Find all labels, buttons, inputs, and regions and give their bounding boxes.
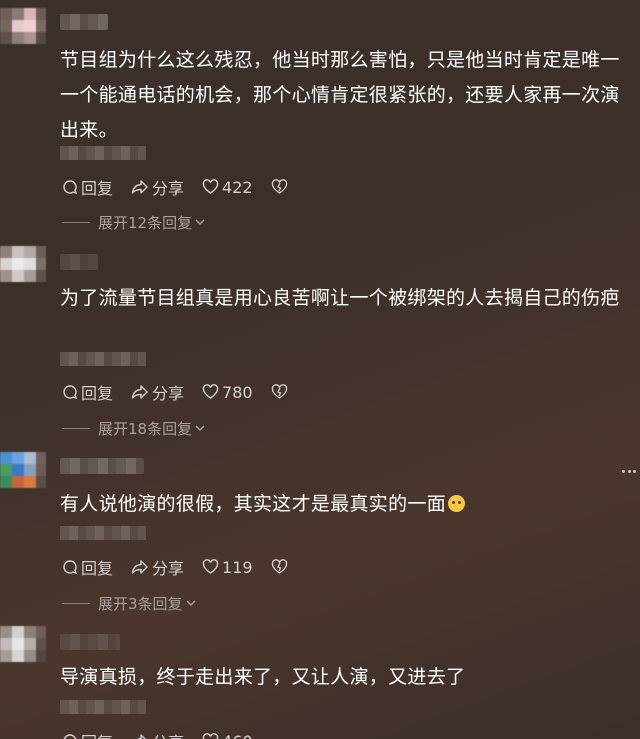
like-button[interactable]: 119: [202, 558, 253, 577]
divider: [62, 427, 90, 429]
like-button[interactable]: 422: [202, 178, 253, 197]
chevron-down-icon: [195, 219, 205, 225]
share-label: 分享: [152, 179, 185, 198]
chevron-down-icon: [186, 600, 196, 606]
dislike-button[interactable]: [271, 384, 291, 400]
comment-icon: [63, 180, 78, 195]
comment-actions: 回复 分享 780: [62, 381, 309, 403]
dislike-icon: [271, 384, 287, 399]
comment-meta-blurred: [60, 526, 146, 540]
avatar[interactable]: [0, 246, 46, 292]
heart-icon: [202, 384, 219, 399]
comment-icon: [63, 734, 77, 739]
expand-label: 展开18条回复: [98, 419, 193, 438]
comment-meta-blurred: [60, 352, 146, 366]
share-icon: [136, 734, 147, 739]
dislike-button[interactable]: [271, 559, 291, 575]
expand-label: 展开3条回复: [98, 594, 183, 613]
share-button[interactable]: 分享: [131, 175, 184, 199]
heart-icon: [202, 733, 219, 739]
comment-icon: [63, 385, 78, 400]
heart-icon: [202, 179, 219, 194]
share-label: 分享: [152, 384, 185, 403]
reply-button[interactable]: 回复: [62, 555, 113, 579]
avatar[interactable]: [0, 8, 46, 54]
expand-replies[interactable]: 展开12条回复: [62, 212, 206, 232]
username-blurred[interactable]: [60, 254, 98, 270]
heart-icon: [202, 559, 219, 574]
share-icon: [131, 560, 148, 574]
like-count: 780: [222, 382, 253, 402]
share-label: 分享: [152, 559, 185, 578]
like-button[interactable]: 780: [202, 383, 253, 402]
reply-button[interactable]: 回复: [62, 729, 113, 739]
comment-actions: 回复 分享 460: [62, 730, 271, 739]
share-button[interactable]: 分享: [131, 555, 184, 579]
expand-replies[interactable]: 展开18条回复: [62, 418, 206, 438]
dislike-icon: [271, 179, 287, 194]
divider: [62, 221, 90, 223]
comment-text: 为了流量节目组真是用心良苦啊让一个被绑架的人去揭自己的伤疤: [60, 287, 620, 309]
more-icon[interactable]: [622, 470, 636, 474]
divider: [62, 602, 90, 604]
reply-button[interactable]: 回复: [62, 380, 113, 404]
avatar[interactable]: [0, 626, 46, 672]
comment-text: 节目组为什么这么残忍，他当时那么害怕，只是他当时肯定是唯一一个能通电话的机会，那…: [60, 49, 620, 141]
comment-actions: 回复 分享 119: [62, 556, 309, 578]
like-button[interactable]: 460: [202, 732, 253, 739]
chevron-down-icon: [195, 425, 205, 431]
avatar[interactable]: [0, 452, 46, 498]
comment-text: 有人说他演的很假，其实这才是最真实的一面: [60, 487, 634, 522]
username-blurred[interactable]: [60, 458, 144, 474]
share-button[interactable]: 分享: [131, 729, 184, 739]
share-label: 分享: [152, 729, 184, 739]
reply-button[interactable]: 回复: [62, 175, 113, 199]
comment-meta-blurred: [60, 146, 146, 160]
reply-label: 回复: [81, 179, 114, 198]
dislike-button[interactable]: [271, 179, 291, 195]
like-count: 460: [222, 732, 253, 739]
reply-label: 回复: [81, 729, 113, 739]
comment-actions: 回复 分享 422: [62, 176, 309, 198]
expand-label: 展开12条回复: [98, 213, 193, 232]
comment-meta-blurred: [60, 700, 146, 714]
share-icon: [131, 180, 148, 194]
expand-replies[interactable]: 展开3条回复: [62, 593, 197, 613]
like-count: 119: [222, 557, 253, 577]
comment-icon: [63, 560, 78, 575]
emoji-icon: [448, 495, 466, 512]
share-icon: [131, 385, 148, 399]
dislike-icon: [271, 559, 287, 574]
reply-label: 回复: [81, 384, 114, 403]
share-button[interactable]: 分享: [131, 380, 184, 404]
like-count: 422: [222, 177, 253, 197]
reply-label: 回复: [81, 559, 114, 578]
username-blurred[interactable]: [60, 634, 120, 650]
comment-text-body: 有人说他演的很假，其实这才是最真实的一面: [60, 493, 447, 515]
username-blurred[interactable]: [60, 14, 108, 30]
comment-text: 导演真损，终于走出来了，又让人演，又进去了: [60, 666, 466, 688]
